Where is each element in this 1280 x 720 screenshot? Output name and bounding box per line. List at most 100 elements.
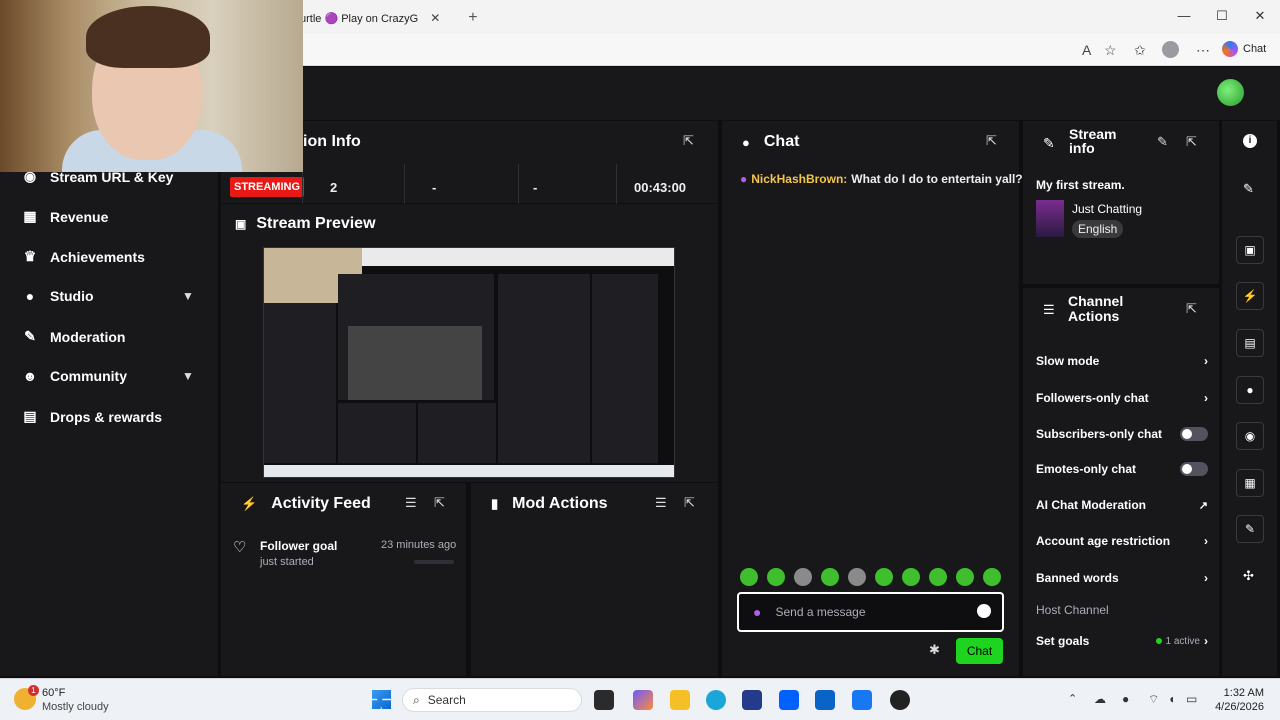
emote-icon[interactable] (794, 568, 812, 586)
nav-studio[interactable]: ● Studio ▼ (22, 288, 194, 304)
chevron-right-icon: › (1204, 634, 1208, 648)
dropbox-icon[interactable] (779, 690, 799, 710)
emote-icon[interactable] (848, 568, 866, 586)
emote-icon[interactable] (821, 568, 839, 586)
stream-duration: 00:43:00 (634, 179, 687, 195)
battery-icon[interactable]: ▭ (1186, 692, 1197, 706)
profile-icon[interactable] (1162, 41, 1179, 58)
maximize-icon[interactable]: ☐ (1212, 8, 1232, 24)
host-channel-row: Host Channel (1036, 603, 1208, 617)
document-icon[interactable]: ▤ (1236, 329, 1264, 357)
banned-words-row[interactable]: Banned words › (1036, 571, 1208, 585)
chat-bubble-icon[interactable]: ● (1236, 376, 1264, 404)
popout-icon[interactable]: ⇱ (1186, 134, 1197, 150)
weather-desc: Mostly cloudy (42, 701, 109, 713)
chat-input-placeholder: Send a message (775, 605, 866, 619)
nav-revenue[interactable]: ▦ Revenue (22, 208, 108, 225)
b-app-icon[interactable] (742, 690, 762, 710)
emote-icon[interactable] (929, 568, 947, 586)
clip-icon[interactable]: ▣ (1236, 236, 1264, 264)
chevron-down-icon[interactable]: ▼ (182, 369, 194, 383)
window-close-icon[interactable]: ✕ (1250, 8, 1270, 24)
clock-time[interactable]: 1:32 AM (1218, 687, 1264, 699)
emote-icon[interactable] (767, 568, 785, 586)
cloud-icon[interactable]: ☁ (1094, 692, 1106, 706)
layout-icon[interactable]: ▦ (1236, 469, 1264, 497)
popout-icon[interactable]: ⇱ (434, 495, 445, 511)
chevron-up-icon[interactable]: ⌃ (1068, 692, 1077, 705)
emote-icon[interactable] (875, 568, 893, 586)
task-view-icon[interactable] (594, 690, 614, 710)
emote-icon[interactable] (983, 568, 1001, 586)
gear-icon[interactable]: ✱ (929, 642, 940, 658)
edit-pencil-icon[interactable]: ✎ (1157, 134, 1168, 150)
copilot-button[interactable]: Chat (1222, 41, 1266, 57)
chat-header: ● Chat (722, 121, 1019, 163)
wrench-icon[interactable]: ✎ (1236, 515, 1264, 543)
read-aloud-icon[interactable]: A (1082, 42, 1091, 58)
nav-label: Revenue (50, 208, 109, 225)
trophy-icon: ♛ (23, 248, 37, 264)
popout-icon[interactable]: ⇱ (683, 133, 694, 149)
stream-category[interactable]: Just Chatting (1072, 202, 1142, 216)
user-avatar[interactable] (1217, 79, 1244, 106)
channel-actions-panel: ☰ Channel Actions ⇱ (1023, 288, 1219, 676)
chat-message: ● NickHashBrown: What do I do to enterta… (740, 172, 1023, 186)
preview-chat (498, 274, 590, 463)
emotes-only-toggle[interactable] (1180, 462, 1208, 476)
browser-tab[interactable]: urtle 🟣 Play on CrazyG ✕ + (300, 6, 478, 30)
clock-date[interactable]: 4/26/2026 (1210, 701, 1264, 713)
edit-pencil-icon[interactable]: ✎ (1243, 181, 1254, 197)
nav-community[interactable]: ☻ Community ▼ (22, 368, 194, 384)
followers-only-row[interactable]: Followers-only chat › (1036, 391, 1208, 405)
favorites-icon[interactable]: ✩ (1134, 42, 1146, 59)
nav-achievements[interactable]: ♛ Achievements (22, 248, 145, 265)
emoji-icon[interactable] (977, 604, 991, 618)
new-tab-icon[interactable]: + (468, 9, 477, 27)
chevron-right-icon: › (1204, 571, 1208, 585)
wifi-icon[interactable]: ⌔ (1148, 692, 1159, 707)
emotes-only-row: Emotes-only chat (1036, 462, 1208, 476)
chat-bubble-icon: ● (742, 134, 750, 150)
nav-moderation[interactable]: ✎ Moderation (22, 328, 125, 345)
popout-icon[interactable]: ⇱ (684, 495, 695, 511)
outlook-icon[interactable] (815, 690, 835, 710)
extensions-icon[interactable]: ✣ (1243, 568, 1254, 584)
emote-icon[interactable] (740, 568, 758, 586)
favorite-star-icon[interactable]: ☆ (1104, 42, 1117, 59)
copilot-app-icon[interactable] (633, 690, 653, 710)
nav-drops-rewards[interactable]: ▤ Drops & rewards (22, 408, 162, 425)
chat-send-button[interactable]: Chat (956, 638, 1003, 664)
chat-input[interactable]: ● Send a message (737, 592, 1004, 632)
age-restriction-row[interactable]: Account age restriction › (1036, 534, 1208, 548)
ai-moderation-row[interactable]: AI Chat Moderation ↗ (1036, 498, 1208, 512)
slow-mode-row[interactable]: Slow mode › (1036, 354, 1208, 368)
broadcast-icon[interactable]: ◉ (1236, 422, 1264, 450)
microphone-icon[interactable]: ● (1122, 692, 1129, 706)
lightning-icon[interactable]: ⚡ (1236, 282, 1264, 310)
set-goals-row[interactable]: Set goals 1 active › (1036, 634, 1208, 648)
subscribers-only-toggle[interactable] (1180, 427, 1208, 441)
row-label: Set goals (1036, 634, 1090, 648)
info-icon[interactable]: i (1243, 134, 1257, 148)
search-label: Search (427, 693, 466, 707)
tab-close-icon[interactable]: ✕ (430, 11, 440, 25)
emote-icon[interactable] (956, 568, 974, 586)
volume-icon[interactable]: ◖ (1168, 692, 1175, 706)
filter-icon[interactable]: ☰ (405, 495, 417, 511)
stream-info-panel: ✎ Stream info ✎ ⇱ My first stream. Just … (1023, 121, 1219, 284)
more-options-icon[interactable]: ⋯ (1196, 42, 1210, 59)
edge-browser-icon[interactable] (706, 690, 726, 710)
chevron-down-icon[interactable]: ▼ (182, 289, 194, 303)
popout-icon[interactable]: ⇱ (986, 133, 997, 149)
file-explorer-icon[interactable] (670, 690, 690, 710)
stream-preview-video[interactable] (263, 247, 675, 478)
minimize-icon[interactable]: — (1174, 8, 1194, 23)
obs-icon[interactable] (890, 690, 910, 710)
emote-icon[interactable] (902, 568, 920, 586)
chat-username[interactable]: NickHashBrown: (751, 172, 847, 186)
filter-icon[interactable]: ☰ (655, 495, 667, 511)
store-icon[interactable] (852, 690, 872, 710)
popout-icon[interactable]: ⇱ (1186, 301, 1197, 317)
taskbar-search[interactable]: ⌕ Search (402, 688, 582, 712)
